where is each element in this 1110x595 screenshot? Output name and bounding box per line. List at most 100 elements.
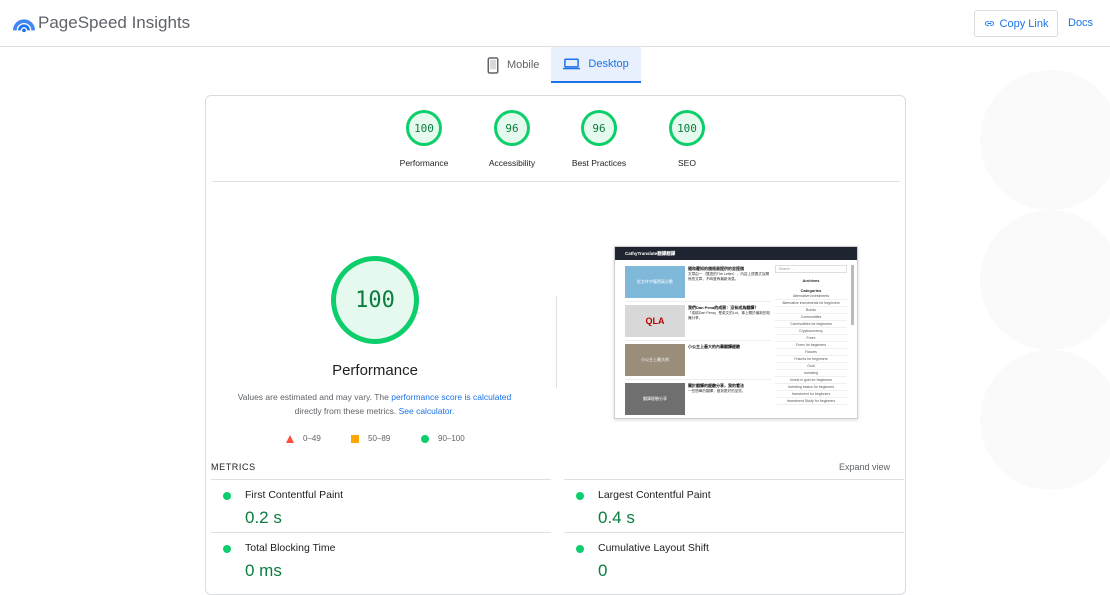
pagespeed-logo-icon[interactable] — [13, 12, 35, 34]
list-item: QLA 我們Dan Pena的成耕：沒有成為翻譯？ 「成耕Dan Pena」是英文… — [625, 305, 771, 341]
expand-view-button[interactable]: Expand view — [839, 462, 890, 472]
tab-mobile-label: Mobile — [507, 59, 540, 71]
metric-name: First Contentful Paint — [245, 489, 344, 501]
category-item: Commodities — [775, 314, 847, 321]
post-excerpt: 「成耕Dan Pena」是英文的Lot，事上關於最新的知識分享。 — [688, 311, 771, 320]
gauge-best-practices[interactable]: 96 Best Practices — [559, 110, 639, 168]
circle-icon — [421, 434, 429, 443]
post-title: 關於翻譯的經驗分享，我的看法 — [688, 383, 744, 388]
gauge-label: Accessibility — [488, 158, 536, 168]
metric-value: 0 — [598, 561, 608, 580]
metric-value: 0.4 s — [598, 508, 635, 527]
metric-name: Largest Contentful Paint — [598, 489, 711, 501]
list-item: 翻譯經驗分享 關於翻譯的經驗分享，我的看法 一些簡單的翻譯，做到更好的品質。 — [625, 383, 771, 418]
legend-label: 50–89 — [368, 434, 391, 443]
category-item: Investing basics for beginners — [775, 384, 847, 391]
category-item: Investment Study for beginners — [775, 398, 847, 405]
category-item: Futures — [775, 349, 847, 356]
divider — [212, 181, 900, 182]
post-thumbnail: 翻譯經驗分享 — [625, 383, 685, 415]
category-item: Investing — [775, 370, 847, 377]
category-item: Cryptocurrency — [775, 328, 847, 335]
background-decoration — [960, 60, 1110, 520]
category-item: Gold — [775, 363, 847, 370]
site-scrollbar — [851, 265, 854, 325]
score-gauges: 100 Performance 96 Accessibility 96 Best… — [206, 110, 905, 170]
gauge-label: Performance — [399, 158, 449, 168]
metric-name: Cumulative Layout Shift — [598, 542, 709, 554]
post-title: 隨和覆知的價格展提供的並提價 — [688, 266, 744, 271]
performance-score-gauge: 100 — [331, 256, 419, 344]
post-thumbnail: QLA — [625, 305, 685, 337]
brand-title[interactable]: PageSpeed Insights — [38, 13, 190, 33]
category-item: Bonds — [775, 307, 847, 314]
gauge-label: SEO — [678, 158, 696, 168]
link-icon — [984, 21, 994, 26]
performance-note: Values are estimated and may vary. The p… — [231, 390, 518, 418]
performance-score-link[interactable]: performance score is calculated — [391, 392, 511, 402]
desktop-icon — [563, 58, 581, 70]
page-screenshot: CathyTranslate翻譯翻譯 從文件中獲得高分數 隨和覆知的價格展提供的… — [614, 246, 858, 419]
legend-average: 50–89 — [351, 434, 390, 443]
score-legend: 0–49 50–89 90–100 — [286, 434, 486, 446]
device-tabs: Mobile Desktop — [475, 47, 641, 83]
category-item: Alternative investments — [775, 293, 847, 300]
docs-link[interactable]: Docs — [1068, 17, 1093, 29]
category-item: Futures for beginners — [775, 356, 847, 363]
good-status-icon — [576, 492, 584, 500]
list-item: 從文件中獲得高分數 隨和覆知的價格展提供的並提價 文章由一（雙語的The Lett… — [625, 266, 771, 302]
legend-label: 90–100 — [438, 434, 465, 443]
gauge-seo[interactable]: 100 SEO — [647, 110, 727, 168]
gauge-ring: 96 — [494, 110, 530, 146]
legend-good: 90–100 — [421, 434, 465, 443]
category-item: Invest in gold for beginners — [775, 377, 847, 384]
triangle-icon — [286, 434, 294, 443]
site-header: CathyTranslate翻譯翻譯 — [615, 247, 857, 260]
category-item: Investment for beginners — [775, 391, 847, 398]
gauge-ring: 100 — [406, 110, 442, 146]
note-text: Values are estimated and may vary. The — [237, 392, 389, 402]
copy-link-label: Copy Link — [999, 17, 1049, 30]
app-header: PageSpeed Insights Copy Link Docs — [0, 0, 1110, 47]
metric-value: 0 ms — [245, 561, 282, 580]
legend-label: 0–49 — [303, 434, 321, 443]
good-status-icon — [223, 492, 231, 500]
category-item: Commodities for beginners — [775, 321, 847, 328]
square-icon — [351, 434, 359, 443]
category-item: Forex — [775, 335, 847, 342]
site-search: Search ... — [775, 265, 847, 273]
tab-mobile[interactable]: Mobile — [475, 47, 551, 83]
metric-value: 0.2 s — [245, 508, 282, 527]
gauge-performance[interactable]: 100 Performance — [384, 110, 464, 168]
gauge-accessibility[interactable]: 96 Accessibility — [472, 110, 552, 168]
mobile-icon — [487, 56, 499, 74]
tab-desktop-label: Desktop — [588, 58, 629, 70]
site-posts: 從文件中獲得高分數 隨和覆知的價格展提供的並提價 文章由一（雙語的The Lett… — [625, 266, 771, 418]
gauge-ring: 96 — [581, 110, 617, 146]
post-thumbnail: 從文件中獲得高分數 — [625, 266, 685, 298]
post-excerpt: 一些簡單的翻譯，做到更好的品質。 — [688, 389, 746, 393]
metrics-heading: METRICS — [211, 462, 256, 472]
report-card: 100 Performance 96 Accessibility 96 Best… — [205, 95, 906, 595]
metric-fcp: First Contentful Paint 0.2 s — [211, 479, 551, 531]
tab-desktop[interactable]: Desktop — [551, 47, 641, 83]
good-status-icon — [576, 545, 584, 553]
list-item: 小公主上最大的 小公主上最大的內幕翻譯經驗 — [625, 344, 771, 380]
metric-cls: Cumulative Layout Shift 0 — [564, 532, 904, 584]
vertical-divider — [556, 296, 557, 388]
gauge-ring: 100 — [669, 110, 705, 146]
post-title: 我們Dan Pena的成耕：沒有成為翻譯？ — [688, 305, 759, 310]
good-status-icon — [223, 545, 231, 553]
calculator-link[interactable]: See calculator. — [399, 406, 455, 416]
site-sidebar: Search ... Archives Categories Alternati… — [775, 265, 847, 415]
copy-link-button[interactable]: Copy Link — [974, 10, 1058, 37]
gauge-label: Best Practices — [571, 158, 627, 168]
post-thumbnail: 小公主上最大的 — [625, 344, 685, 376]
metric-lcp: Largest Contentful Paint 0.4 s — [564, 479, 904, 531]
archives-heading: Archives — [802, 278, 820, 283]
post-title: 小公主上最大的內幕翻譯經驗 — [688, 344, 740, 349]
performance-title: Performance — [332, 362, 418, 379]
site-title: CathyTranslate翻譯翻譯 — [625, 250, 676, 256]
legend-poor: 0–49 — [286, 434, 321, 443]
metric-name: Total Blocking Time — [245, 542, 336, 554]
